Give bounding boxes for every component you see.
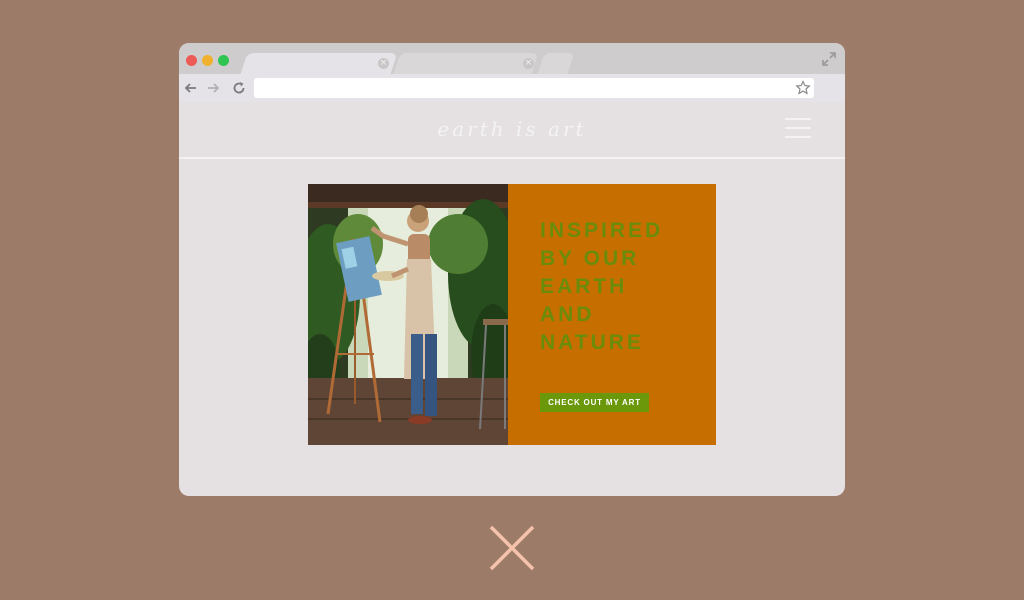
- hamburger-menu-icon[interactable]: [785, 118, 811, 138]
- tab-close-icon[interactable]: ×: [378, 58, 389, 69]
- browser-toolbar: [179, 74, 845, 102]
- bookmark-star-icon[interactable]: [795, 80, 811, 96]
- browser-tab[interactable]: [393, 53, 539, 74]
- new-tab-button[interactable]: [537, 53, 575, 74]
- window-minimize-button[interactable]: [202, 55, 213, 66]
- browser-window: × × earth is art INSPIRED BY OUR EARTH A…: [179, 43, 845, 496]
- window-close-button[interactable]: [186, 55, 197, 66]
- expand-icon[interactable]: [821, 51, 837, 67]
- hero-section: INSPIRED BY OUR EARTH AND NATURE CHECK O…: [308, 184, 716, 445]
- browser-tab-active[interactable]: [240, 53, 398, 74]
- site-header: earth is art: [179, 102, 845, 159]
- tab-close-icon[interactable]: ×: [523, 58, 534, 69]
- hero-heading: INSPIRED BY OUR EARTH AND NATURE: [540, 219, 664, 354]
- site-logo[interactable]: earth is art: [179, 117, 845, 141]
- reload-icon[interactable]: [231, 80, 247, 96]
- x-mark-icon: [489, 525, 535, 571]
- hero-text-panel: INSPIRED BY OUR EARTH AND NATURE CHECK O…: [508, 184, 716, 445]
- address-bar-input[interactable]: [254, 78, 814, 98]
- window-maximize-button[interactable]: [218, 55, 229, 66]
- forward-arrow-icon[interactable]: [205, 80, 221, 96]
- check-out-my-art-button[interactable]: CHECK OUT MY ART: [540, 393, 649, 412]
- browser-titlebar: × ×: [179, 43, 845, 74]
- back-arrow-icon[interactable]: [183, 80, 199, 96]
- hero-image: [308, 184, 508, 445]
